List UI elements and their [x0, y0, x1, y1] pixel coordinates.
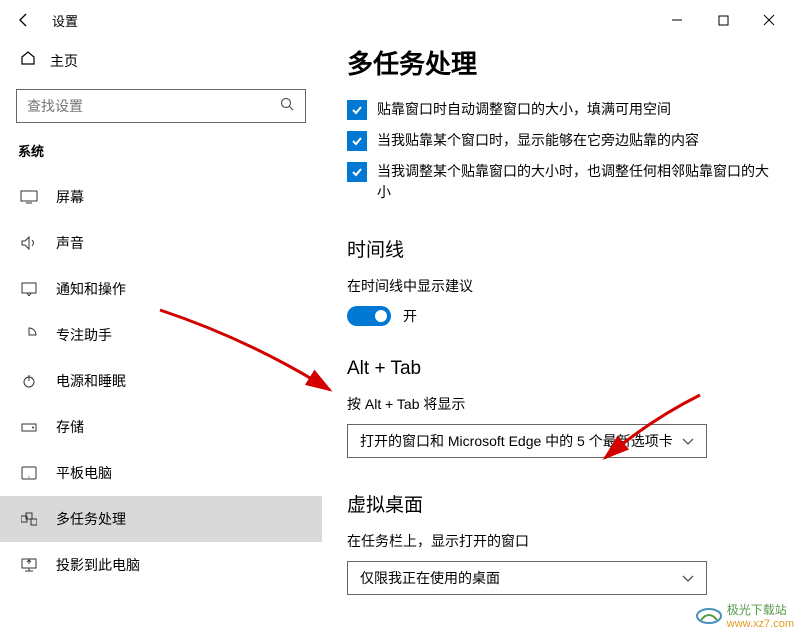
checkbox-icon	[347, 162, 367, 182]
chevron-down-icon	[682, 433, 694, 449]
sidebar-item-label: 投影到此电脑	[56, 555, 140, 575]
check-label: 当我贴靠某个窗口时，显示能够在它旁边贴靠的内容	[377, 130, 699, 151]
sidebar-item-power[interactable]: 电源和睡眠	[0, 358, 322, 404]
main-content: 多任务处理 贴靠窗口时自动调整窗口的大小，填满可用空间 当我贴靠某个窗口时，显示…	[322, 40, 800, 632]
watermark-logo	[695, 606, 723, 626]
check-label: 贴靠窗口时自动调整窗口的大小，填满可用空间	[377, 99, 671, 120]
back-button[interactable]	[8, 4, 40, 36]
sidebar: 主页 系统 屏幕 声音 通知和操作	[0, 40, 322, 632]
sidebar-item-label: 平板电脑	[56, 463, 112, 483]
timeline-toggle[interactable]	[347, 306, 391, 326]
search-icon	[279, 96, 295, 117]
snap-check-3[interactable]: 当我调整某个贴靠窗口的大小时，也调整任何相邻贴靠窗口的大小	[347, 161, 776, 203]
multitasking-icon	[20, 512, 38, 526]
sidebar-item-display[interactable]: 屏幕	[0, 174, 322, 220]
checkbox-icon	[347, 100, 367, 120]
maximize-button[interactable]	[700, 4, 746, 36]
category-label: 系统	[16, 141, 306, 160]
close-button[interactable]	[746, 4, 792, 36]
power-icon	[20, 373, 38, 389]
project-icon	[20, 558, 38, 572]
watermark: 极光下载站 www.xz7.com	[695, 601, 794, 630]
sidebar-item-project[interactable]: 投影到此电脑	[0, 542, 322, 588]
focus-icon	[20, 327, 38, 343]
sidebar-item-sound[interactable]: 声音	[0, 220, 322, 266]
toggle-state: 开	[403, 306, 417, 326]
page-title: 多任务处理	[347, 44, 776, 81]
sidebar-item-label: 多任务处理	[56, 509, 126, 529]
sidebar-item-notifications[interactable]: 通知和操作	[0, 266, 322, 312]
watermark-text-1: 极光下载站	[727, 601, 794, 618]
search-input[interactable]	[16, 89, 306, 123]
select-value: 仅限我正在使用的桌面	[360, 568, 500, 588]
vdesktop-select[interactable]: 仅限我正在使用的桌面	[347, 561, 707, 595]
sidebar-item-label: 屏幕	[56, 187, 84, 207]
notification-icon	[20, 282, 38, 296]
vdesktop-sub: 在任务栏上，显示打开的窗口	[347, 531, 776, 551]
sidebar-item-storage[interactable]: 存储	[0, 404, 322, 450]
checkbox-icon	[347, 131, 367, 151]
home-icon	[20, 50, 36, 71]
tablet-icon	[20, 466, 38, 480]
sidebar-item-focus[interactable]: 专注助手	[0, 312, 322, 358]
home-label: 主页	[50, 51, 78, 71]
chevron-down-icon	[682, 570, 694, 586]
snap-check-1[interactable]: 贴靠窗口时自动调整窗口的大小，填满可用空间	[347, 99, 776, 120]
alttab-heading: Alt + Tab	[347, 358, 776, 380]
sound-icon	[20, 236, 38, 250]
sidebar-item-label: 专注助手	[56, 325, 112, 345]
timeline-heading: 时间线	[347, 235, 776, 262]
snap-check-2[interactable]: 当我贴靠某个窗口时，显示能够在它旁边贴靠的内容	[347, 130, 776, 151]
search-field[interactable]	[27, 98, 279, 114]
storage-icon	[20, 421, 38, 433]
check-label: 当我调整某个贴靠窗口的大小时，也调整任何相邻贴靠窗口的大小	[377, 161, 776, 203]
home-link[interactable]: 主页	[16, 40, 306, 81]
timeline-sub: 在时间线中显示建议	[347, 276, 776, 296]
sidebar-item-label: 声音	[56, 233, 84, 253]
sidebar-item-multitasking[interactable]: 多任务处理	[0, 496, 322, 542]
alttab-sub: 按 Alt + Tab 将显示	[347, 394, 776, 414]
nav-list: 屏幕 声音 通知和操作 专注助手 电源和睡眠	[0, 174, 322, 588]
select-value: 打开的窗口和 Microsoft Edge 中的 5 个最新选项卡	[360, 431, 673, 451]
minimize-button[interactable]	[654, 4, 700, 36]
vdesktop-heading: 虚拟桌面	[347, 490, 776, 517]
sidebar-item-label: 存储	[56, 417, 84, 437]
watermark-text-2: www.xz7.com	[727, 618, 794, 630]
sidebar-item-label: 电源和睡眠	[56, 371, 126, 391]
sidebar-item-tablet[interactable]: 平板电脑	[0, 450, 322, 496]
sidebar-item-label: 通知和操作	[56, 279, 126, 299]
window-title: 设置	[52, 11, 78, 30]
display-icon	[20, 190, 38, 204]
alttab-select[interactable]: 打开的窗口和 Microsoft Edge 中的 5 个最新选项卡	[347, 424, 707, 458]
